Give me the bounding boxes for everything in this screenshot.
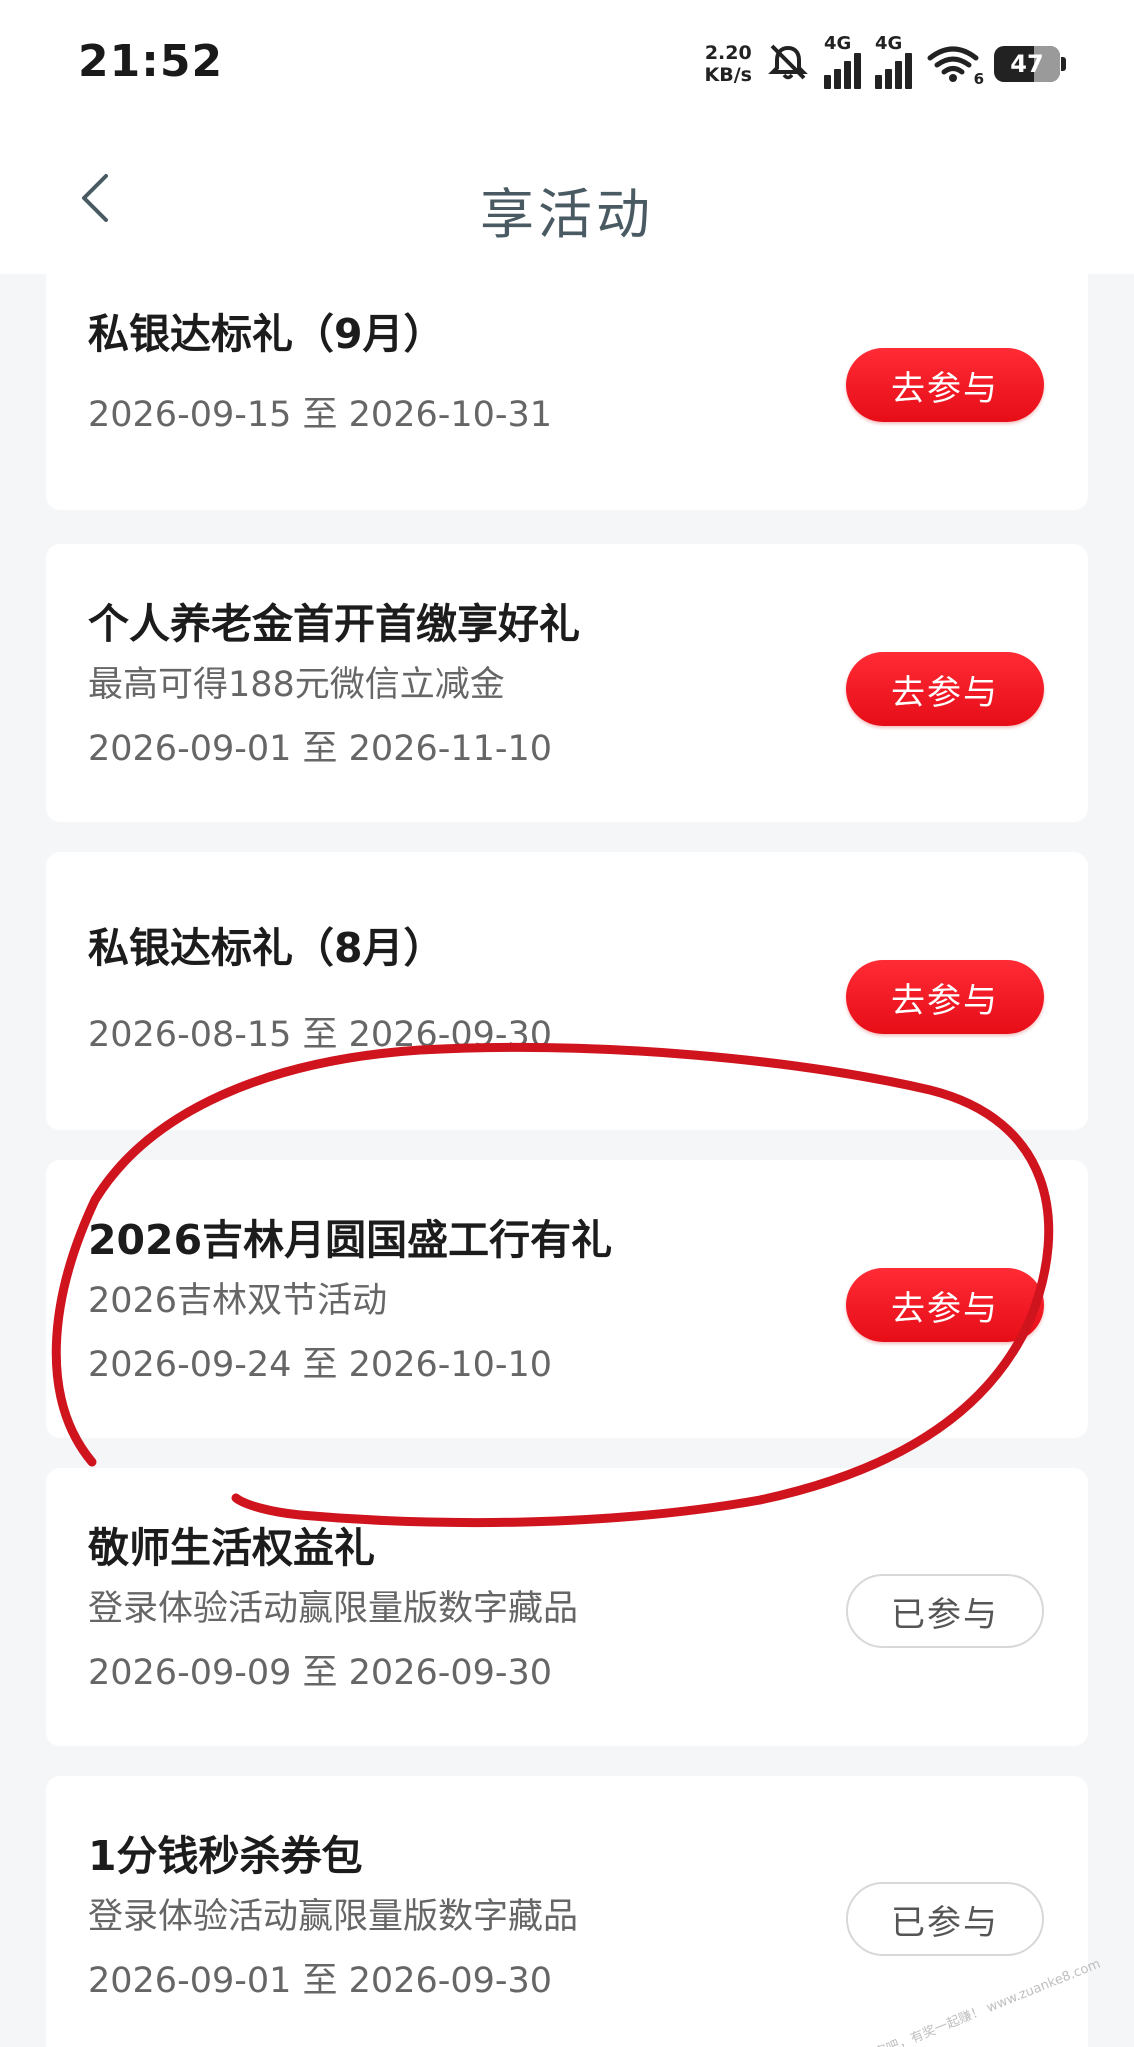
status-time: 21:52 bbox=[78, 36, 224, 87]
activity-date: 2026-09-15 至 2026-10-31 bbox=[88, 395, 553, 435]
network-speed-unit: KB/s bbox=[704, 64, 752, 86]
activity-title: 2026吉林月圆国盛工行有礼 bbox=[88, 1216, 613, 1264]
status-icons: 2.20 KB/s 4G 4G 6 47 bbox=[705, 33, 1066, 92]
wifi-label: 6 bbox=[973, 70, 984, 88]
mute-icon bbox=[766, 42, 810, 86]
activity-card[interactable]: 1分钱秒杀券包 登录体验活动赢限量版数字藏品 2026-09-01 至 2026… bbox=[46, 1776, 1088, 2047]
activity-card[interactable]: 敬师生活权益礼 登录体验活动赢限量版数字藏品 2026-09-09 至 2026… bbox=[46, 1468, 1088, 1746]
page-title: 享活动 bbox=[480, 183, 654, 246]
activity-subtitle: 最高可得188元微信立减金 bbox=[88, 665, 505, 705]
activity-date: 2026-08-15 至 2026-09-30 bbox=[88, 1015, 553, 1055]
signal-2-label: 4G bbox=[875, 33, 903, 54]
joined-button[interactable]: 已参与 bbox=[846, 1574, 1044, 1648]
activity-date: 2026-09-01 至 2026-09-30 bbox=[88, 1961, 553, 2001]
activity-card[interactable]: 2026吉林月圆国盛工行有礼 2026吉林双节活动 2026-09-24 至 2… bbox=[46, 1160, 1088, 1438]
battery-icon: 47 bbox=[994, 46, 1066, 82]
activity-card[interactable]: 私银达标礼（9月） 2026-09-15 至 2026-10-31 去参与 bbox=[46, 264, 1088, 510]
activity-title: 私银达标礼（8月） bbox=[88, 924, 445, 972]
activity-title: 敬师生活权益礼 bbox=[88, 1524, 375, 1572]
activity-date: 2026-09-24 至 2026-10-10 bbox=[88, 1345, 553, 1385]
joined-button[interactable]: 已参与 bbox=[846, 1882, 1044, 1956]
activity-title: 个人养老金首开首缴享好礼 bbox=[88, 600, 580, 648]
network-speed-value: 2.20 bbox=[704, 42, 752, 64]
activity-subtitle: 登录体验活动赢限量版数字藏品 bbox=[88, 1589, 579, 1629]
activity-card[interactable]: 私银达标礼（8月） 2026-08-15 至 2026-09-30 去参与 bbox=[46, 852, 1088, 1130]
battery-level: 47 bbox=[1010, 50, 1044, 78]
activity-subtitle: 登录体验活动赢限量版数字藏品 bbox=[88, 1897, 579, 1937]
join-button[interactable]: 去参与 bbox=[846, 960, 1044, 1034]
activity-date: 2026-09-09 至 2026-09-30 bbox=[88, 1653, 553, 1693]
cellular-signal-2-icon: 4G bbox=[875, 33, 912, 89]
wifi-icon: 6 bbox=[926, 44, 984, 88]
activity-card[interactable]: 个人养老金首开首缴享好礼 最高可得188元微信立减金 2026-09-01 至 … bbox=[46, 544, 1088, 822]
activity-title: 私银达标礼（9月） bbox=[88, 310, 445, 358]
activity-subtitle: 2026吉林双节活动 bbox=[88, 1281, 388, 1321]
cellular-signal-1-icon: 4G bbox=[824, 33, 861, 89]
network-speed: 2.20 KB/s bbox=[705, 42, 752, 86]
join-button[interactable]: 去参与 bbox=[846, 348, 1044, 422]
join-button[interactable]: 去参与 bbox=[846, 652, 1044, 726]
activity-date: 2026-09-01 至 2026-11-10 bbox=[88, 729, 553, 769]
join-button[interactable]: 去参与 bbox=[846, 1268, 1044, 1342]
signal-1-label: 4G bbox=[824, 33, 852, 54]
nav-header: 享活动 bbox=[0, 130, 1134, 274]
activity-page: 21:52 2.20 KB/s 4G 4G 6 47 享活动 私银达标礼（9月）… bbox=[0, 0, 1134, 2047]
activity-title: 1分钱秒杀券包 bbox=[88, 1832, 363, 1880]
status-bar: 21:52 2.20 KB/s 4G 4G 6 47 bbox=[0, 0, 1134, 130]
